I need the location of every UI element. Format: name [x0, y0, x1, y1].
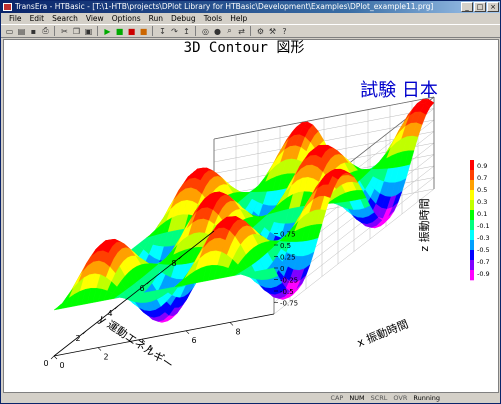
pause-icon[interactable]: ■	[126, 26, 137, 37]
app-window: TransEra - HTBasic - [T:\1-HTB\projects\…	[0, 0, 501, 404]
z-tick-label: 0	[280, 265, 284, 273]
z-tick-label: 0.25	[280, 254, 296, 262]
colorbar-segment	[470, 170, 474, 181]
colorbar-tick-label: -0.1	[477, 222, 490, 230]
toolbar: ▭ ▤ ▪ ⎙ ✂ ❐ ▣ ▶ ■ ■ ■ ↧ ↷ ↥ ◎ ● ⌕ ⇄ ⚙ ⚒ …	[1, 24, 500, 38]
colorbar-tick-label: 0.9	[477, 162, 487, 170]
print-icon[interactable]: ⎙	[40, 26, 51, 37]
open-folder-icon[interactable]: ▤	[16, 26, 27, 37]
menu-run[interactable]: Run	[145, 13, 167, 24]
colorbar-segment	[470, 200, 474, 211]
colorbar-segment	[470, 190, 474, 201]
x-tick-label: 0	[59, 361, 64, 370]
z-tick-label: 0.5	[280, 242, 291, 250]
colorbar-segment	[470, 180, 474, 191]
watch-icon[interactable]: ◎	[200, 26, 211, 37]
chart-title: 3D Contour 図形	[184, 40, 305, 56]
paste-icon[interactable]: ▣	[83, 26, 94, 37]
colorbar-segment	[470, 270, 474, 281]
menu-bar: File Edit Search View Options Run Debug …	[1, 13, 500, 24]
window-title: TransEra - HTBasic - [T:\1-HTB\projects\…	[15, 2, 434, 11]
y-tick-label: 0	[43, 359, 48, 368]
colorbar-tick-label: 0.1	[477, 210, 487, 218]
status-cap: CAP	[330, 394, 344, 402]
colorbar-segment	[470, 250, 474, 261]
colorbar-tick-label: -0.5	[477, 246, 490, 254]
colorbar-segment	[470, 220, 474, 231]
z-axis-label: z 振動時間	[417, 198, 431, 251]
surface-chart: 02468024680.750.50.250-0.25-0.5-0.75x 振動…	[4, 40, 498, 392]
colorbar-tick-label: -0.7	[477, 258, 490, 266]
debug-icon[interactable]: ⚙	[255, 26, 266, 37]
tools-icon[interactable]: ⚒	[267, 26, 278, 37]
status-scrl: SCRL	[370, 394, 388, 402]
continue-icon[interactable]: ■	[114, 26, 125, 37]
help-icon[interactable]: ?	[279, 26, 290, 37]
status-ovr: OVR	[393, 394, 408, 402]
y-tick-label: 6	[139, 284, 144, 293]
x-tick-label: 8	[235, 327, 240, 336]
maximize-button[interactable]: □	[474, 2, 486, 12]
find-icon[interactable]: ⌕	[224, 26, 235, 37]
menu-edit[interactable]: Edit	[26, 13, 49, 24]
colorbar-tick-label: -0.9	[477, 270, 490, 278]
y-tick-label: 8	[171, 259, 176, 268]
step-out-icon[interactable]: ↥	[181, 26, 192, 37]
colorbar-segment	[470, 160, 474, 171]
menu-tools[interactable]: Tools	[200, 13, 226, 24]
copy-icon[interactable]: ❐	[71, 26, 82, 37]
z-tick-label: -0.75	[280, 300, 298, 308]
app-icon	[3, 3, 12, 11]
step-over-icon[interactable]: ↷	[169, 26, 180, 37]
stop-icon[interactable]: ■	[138, 26, 149, 37]
close-button[interactable]: ×	[487, 2, 499, 12]
title-bar: TransEra - HTBasic - [T:\1-HTB\projects\…	[1, 1, 500, 13]
replace-icon[interactable]: ⇄	[236, 26, 247, 37]
menu-help[interactable]: Help	[226, 13, 251, 24]
breakpoint-icon[interactable]: ●	[212, 26, 223, 37]
cut-icon[interactable]: ✂	[59, 26, 70, 37]
colorbar-segment	[470, 240, 474, 251]
menu-debug[interactable]: Debug	[167, 13, 200, 24]
status-num: NUM	[349, 394, 365, 402]
run-icon[interactable]: ▶	[102, 26, 113, 37]
plot-area: 0 2 4 6 8 0 2 4 6 8 0.75 0.5 0.25 0 -0.25 -0.5 -0.75 x 振動…	[3, 39, 499, 393]
menu-search[interactable]: Search	[48, 13, 82, 24]
new-file-icon[interactable]: ▭	[4, 26, 15, 37]
colorbar-segment	[470, 230, 474, 241]
colorbar-tick-label: 0.7	[477, 174, 487, 182]
save-icon[interactable]: ▪	[28, 26, 39, 37]
z-tick-label: 0.75	[280, 231, 296, 239]
colorbar-tick-label: -0.3	[477, 234, 490, 242]
status-bar: CAP NUM SCRL OVR Running	[1, 393, 500, 403]
colorbar-segment	[470, 210, 474, 221]
menu-view[interactable]: View	[82, 13, 108, 24]
step-icon[interactable]: ↧	[157, 26, 168, 37]
colorbar-tick-label: 0.3	[477, 198, 487, 206]
status-state: Running	[413, 394, 440, 402]
x-tick-label: 6	[191, 336, 196, 345]
chart-annotation: 試験 日本	[360, 80, 438, 101]
minimize-button[interactable]: _	[461, 2, 473, 12]
x-tick-label: 2	[103, 353, 108, 362]
colorbar-tick-label: 0.5	[477, 186, 487, 194]
menu-options[interactable]: Options	[108, 13, 145, 24]
y-tick-label: 2	[75, 334, 80, 343]
z-tick-label: -0.25	[280, 277, 298, 285]
z-tick-label: -0.5	[280, 288, 294, 296]
colorbar-segment	[470, 260, 474, 271]
menu-file[interactable]: File	[5, 13, 26, 24]
